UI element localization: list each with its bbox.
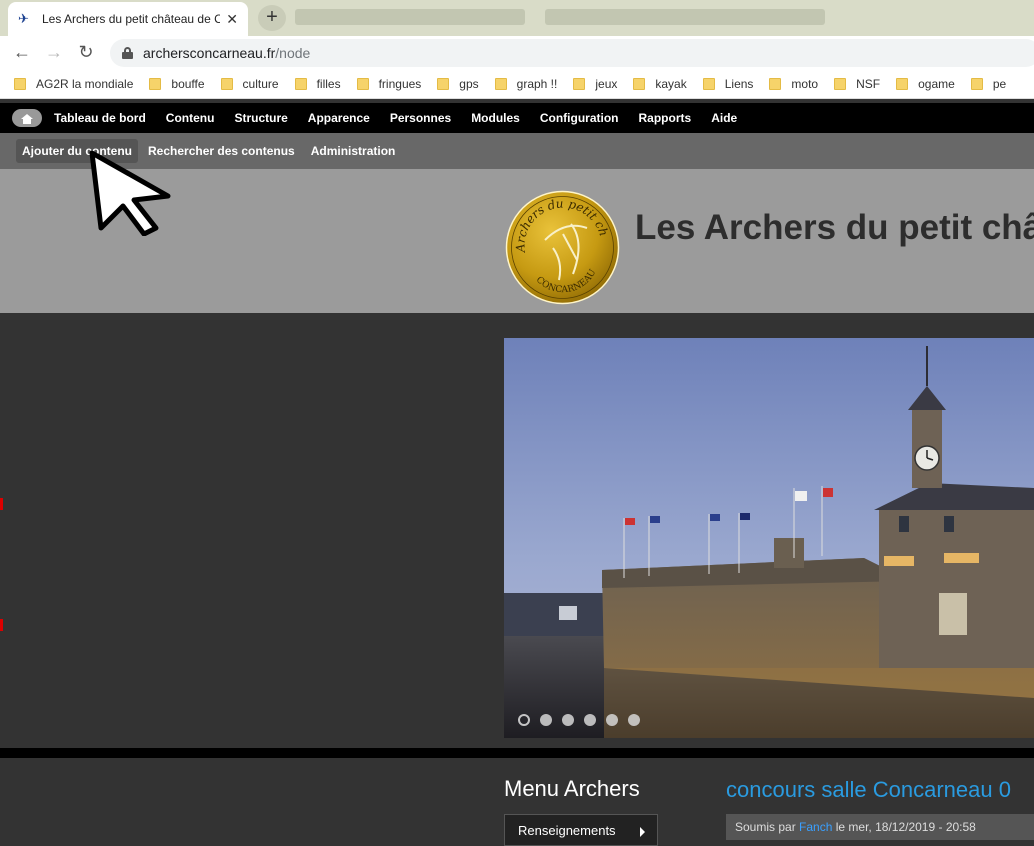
folder-icon bbox=[294, 77, 307, 90]
admin-menu-structure[interactable]: Structure bbox=[234, 111, 287, 125]
folder-icon bbox=[769, 77, 782, 90]
sidebar-item-label: Renseignements bbox=[518, 823, 616, 838]
slider-dot[interactable] bbox=[584, 714, 596, 726]
bookmark-folder[interactable]: filles bbox=[294, 77, 341, 91]
slider-dot[interactable] bbox=[562, 714, 574, 726]
admin-menu-content[interactable]: Contenu bbox=[166, 111, 215, 125]
home-button[interactable] bbox=[12, 109, 42, 127]
site-logo[interactable]: Archers du petit château CONCARNEAU bbox=[505, 190, 620, 305]
bookmark-folder[interactable]: Liens bbox=[702, 77, 753, 91]
admin-menu-reports[interactable]: Rapports bbox=[639, 111, 692, 125]
folder-icon bbox=[14, 77, 26, 90]
bookmark-folder[interactable]: pe bbox=[970, 77, 1006, 91]
submitted-info: Soumis par Fanch le mer, 18/12/2019 - 20… bbox=[726, 814, 1034, 840]
lock-icon[interactable] bbox=[122, 47, 133, 59]
bookmark-folder[interactable]: kayak bbox=[633, 77, 687, 91]
forward-icon[interactable]: → bbox=[38, 42, 70, 63]
folder-icon bbox=[633, 77, 646, 90]
folder-icon bbox=[356, 77, 369, 90]
browser-toolbar: ← → ↻ archersconcarneau.fr/node bbox=[0, 36, 1034, 69]
browser-tab[interactable]: ✈ Les Archers du petit château de C ✕ bbox=[8, 2, 248, 36]
admin-menu-dashboard[interactable]: Tableau de bord bbox=[54, 111, 146, 125]
slider-pager bbox=[518, 714, 650, 726]
admin-menu-help[interactable]: Aide bbox=[711, 111, 737, 125]
edge-marker bbox=[0, 498, 3, 510]
folder-icon bbox=[834, 77, 847, 90]
shortcut-bar: Ajouter du contenu Rechercher des conten… bbox=[0, 133, 1034, 169]
url-host: archersconcarneau.fr bbox=[143, 45, 276, 61]
slider-dot[interactable] bbox=[606, 714, 618, 726]
bookmark-folder[interactable]: jeux bbox=[573, 77, 617, 91]
folder-icon bbox=[896, 77, 909, 90]
admin-menu-people[interactable]: Personnes bbox=[390, 111, 451, 125]
bookmark-folder[interactable]: bouffe bbox=[149, 77, 205, 91]
admin-toolbar: Tableau de bord Contenu Structure Appare… bbox=[0, 103, 1034, 133]
back-icon[interactable]: ← bbox=[6, 42, 38, 63]
author-link[interactable]: Fanch bbox=[799, 820, 832, 834]
site-name[interactable]: Les Archers du petit chât bbox=[635, 208, 1034, 248]
background-window-icons bbox=[545, 9, 825, 25]
new-tab-button[interactable]: + bbox=[258, 5, 286, 31]
edge-marker bbox=[0, 619, 3, 631]
sidebar-menu-title: Menu Archers bbox=[504, 776, 640, 801]
close-tab-icon[interactable]: ✕ bbox=[226, 11, 238, 28]
home-icon bbox=[21, 113, 33, 124]
tab-title: Les Archers du petit château de C bbox=[42, 12, 221, 26]
bookmark-folder[interactable]: graph !! bbox=[494, 77, 557, 91]
bookmark-folder[interactable]: fringues bbox=[356, 77, 421, 91]
admin-menu-modules[interactable]: Modules bbox=[471, 111, 520, 125]
image-slider[interactable] bbox=[504, 338, 1034, 738]
bookmark-folder[interactable]: culture bbox=[220, 77, 279, 91]
folder-icon bbox=[702, 77, 715, 90]
folder-icon bbox=[970, 77, 983, 90]
bookmark-folder[interactable]: moto bbox=[769, 77, 818, 91]
bookmark-folder[interactable]: AG2R la mondiale bbox=[14, 77, 133, 91]
bookmarks-bar: AG2R la mondiale bouffe culture filles f… bbox=[0, 69, 1034, 99]
folder-icon bbox=[494, 77, 507, 90]
bookmark-folder[interactable]: NSF bbox=[834, 77, 880, 91]
folder-icon bbox=[437, 77, 450, 90]
background-window-blur bbox=[295, 9, 525, 25]
slider-dot[interactable] bbox=[518, 714, 530, 726]
bookmark-folder[interactable]: gps bbox=[437, 77, 479, 91]
shortcut-add-content[interactable]: Ajouter du contenu bbox=[16, 139, 138, 163]
section-divider bbox=[0, 748, 1034, 758]
reload-icon[interactable]: ↻ bbox=[70, 42, 102, 63]
admin-menu-appearance[interactable]: Apparence bbox=[308, 111, 370, 125]
slide-image-ville-close bbox=[504, 338, 1034, 738]
node-title-link[interactable]: concours salle Concarneau 0 bbox=[726, 777, 1011, 803]
bookmark-folder[interactable]: ogame bbox=[896, 77, 955, 91]
chevron-right-icon bbox=[640, 827, 645, 837]
shortcut-administration[interactable]: Administration bbox=[305, 139, 402, 163]
slider-dot[interactable] bbox=[540, 714, 552, 726]
tab-strip: ✈ Les Archers du petit château de C ✕ + bbox=[0, 0, 1034, 36]
url-path: /node bbox=[275, 45, 311, 61]
archer-favicon-icon: ✈ bbox=[18, 11, 29, 26]
folder-icon bbox=[573, 77, 586, 90]
admin-menu-configuration[interactable]: Configuration bbox=[540, 111, 619, 125]
slider-dot[interactable] bbox=[628, 714, 640, 726]
address-bar[interactable]: archersconcarneau.fr/node bbox=[110, 39, 1034, 67]
folder-icon bbox=[149, 77, 162, 90]
sidebar-item-renseignements[interactable]: Renseignements bbox=[504, 814, 658, 846]
folder-icon bbox=[220, 77, 233, 90]
shortcut-find-content[interactable]: Rechercher des contenus bbox=[142, 139, 301, 163]
